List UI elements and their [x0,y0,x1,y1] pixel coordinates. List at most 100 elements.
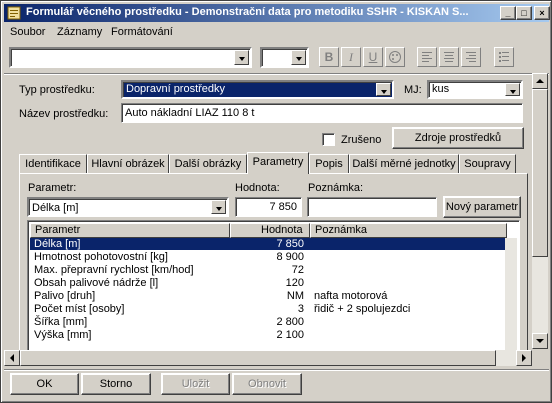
table-row[interactable]: Obsah palivové nádrže [l] 120 [30,277,507,289]
palette-icon [389,51,401,63]
type-combo[interactable]: Dopravní prostředky [121,80,394,99]
tab-parametry[interactable]: Parametry [247,152,309,174]
arrow-left-icon [10,354,14,362]
align-right-button[interactable] [461,47,481,67]
type-value: Dopravní prostředky [126,83,226,95]
tab-soupravy[interactable]: Soupravy [459,154,516,173]
table-row[interactable]: Délka [m] 7 850 [30,238,507,250]
hodnota-input[interactable]: 7 850 [235,197,302,217]
scroll-right-button[interactable] [516,350,532,366]
align-center-icon [444,52,454,62]
cell-parametr: Délka [m] [34,238,81,250]
arrow-up-icon [536,79,544,83]
scroll-up-button[interactable] [532,73,548,89]
tab-dalsi-merne-jednotky[interactable]: Další měrné jednotky [349,154,459,173]
menu-bar: Soubor Záznamy Formátování [4,23,549,41]
cell-hodnota: 7 850 [276,238,304,250]
close-button[interactable]: × [534,6,550,20]
tab-identifikace[interactable]: Identifikace [19,154,87,173]
cell-hodnota: 2 100 [276,329,304,341]
mj-combo[interactable]: kus [427,80,523,99]
chevron-down-icon[interactable] [211,200,226,214]
mj-label: MJ: [404,84,422,96]
bold-button[interactable]: B [319,47,339,67]
table-row[interactable]: Počet míst [osoby] 3 řidič + 2 spolujezd… [30,303,507,315]
zruseno-checkbox[interactable] [322,133,335,146]
type-label: Typ prostředku: [19,84,95,96]
cell-poznamka: nafta motorová [314,290,388,302]
cell-hodnota: NM [286,290,304,302]
title-bar[interactable]: Formulář věcného prostředku - Demonstrač… [4,4,550,22]
menu-formatovani[interactable]: Formátování [111,26,173,38]
param-combo[interactable]: Délka [m] [27,197,229,217]
cell-hodnota: 72 [291,264,304,276]
align-left-button[interactable] [417,47,437,67]
chevron-down-icon[interactable] [291,50,306,65]
col-parametr[interactable]: Parametr [30,223,230,238]
form-horizontal-scrollbar[interactable] [4,350,532,366]
underline-button[interactable]: U [363,47,383,67]
ulozit-button[interactable]: Uložit [161,373,230,395]
table-scrollbar[interactable] [505,238,517,350]
obnovit-button[interactable]: Obnovit [232,373,302,395]
cell-hodnota: 3 [297,303,304,315]
cell-poznamka: řidič + 2 spolujezdci [314,303,411,315]
cell-parametr: Výška [mm] [34,329,92,341]
scroll-down-button[interactable] [532,333,548,349]
table-row[interactable]: Hmotnost pohotovostní [kg] 8 900 [30,251,507,263]
bullet-list-button[interactable] [494,47,514,67]
zdroje-button[interactable]: Zdroje prostředků [392,127,524,149]
cell-hodnota: 8 900 [276,251,304,263]
storno-button[interactable]: Storno [81,373,151,395]
maximize-button[interactable]: □ [516,6,532,20]
col-poznamka[interactable]: Poznámka [310,223,507,238]
toolbar-separator [4,73,549,75]
tab-hlavni-obrazek[interactable]: Hlavní obrázek [87,154,169,173]
form-window: Formulář věcného prostředku - Demonstrač… [0,0,552,403]
table-header: Parametr Hodnota Poznámka [30,223,507,238]
param-value: Délka [m] [32,202,79,214]
name-input[interactable]: Auto nákladní LIAZ 110 8 t [121,103,523,123]
table-row[interactable]: Max. přepravní rychlost [km/hod] 72 [30,264,507,276]
font-name-combo[interactable] [9,47,252,68]
scroll-left-button[interactable] [4,350,20,366]
col-hodnota[interactable]: Hodnota [230,223,310,238]
chevron-down-icon[interactable] [505,83,520,96]
cell-parametr: Max. přepravní rychlost [km/hod] [34,264,194,276]
menu-zaznamy[interactable]: Záznamy [57,26,102,38]
tab-popis[interactable]: Popis [309,154,349,173]
cell-parametr: Palivo [druh] [34,290,96,302]
ok-button[interactable]: OK [10,373,79,395]
italic-button[interactable]: I [341,47,361,67]
chevron-down-icon[interactable] [234,50,249,65]
poznamka-input[interactable] [307,197,437,217]
table-row[interactable]: Výška [mm] 2 100 [30,329,507,341]
scroll-thumb[interactable] [532,89,548,257]
hodnota-label: Hodnota: [235,182,280,194]
parameters-table: Parametr Hodnota Poznámka Délka [m] 7 85… [27,220,520,353]
cell-parametr: Obsah palivové nádrže [l] [34,277,159,289]
cell-parametr: Šířka [mm] [34,316,88,328]
align-right-icon [466,52,476,62]
color-palette-button[interactable] [385,47,405,67]
new-parameter-button[interactable]: Nový parametr [443,196,521,218]
table-row[interactable]: Šířka [mm] 2 800 [30,316,507,328]
align-center-button[interactable] [439,47,459,67]
minimize-button[interactable]: _ [500,6,516,20]
arrow-right-icon [522,354,526,362]
hodnota-value: 7 850 [269,201,297,213]
align-left-icon [422,52,432,62]
window-title: Formulář věcného prostředku - Demonstrač… [26,6,469,18]
chevron-down-icon[interactable] [376,83,391,96]
form-app-icon [7,6,21,20]
menu-soubor[interactable]: Soubor [10,26,45,38]
poznamka-label: Poznámka: [308,182,364,194]
table-row[interactable]: Palivo [druh] NM nafta motorová [30,290,507,302]
cell-parametr: Hmotnost pohotovostní [kg] [34,251,168,263]
tab-dalsi-obrazky[interactable]: Další obrázky [169,154,247,173]
cell-hodnota: 2 800 [276,316,304,328]
hscroll-thumb[interactable] [20,350,496,366]
form-vertical-scrollbar[interactable] [532,73,548,349]
arrow-down-icon [536,339,544,343]
font-size-combo[interactable] [260,47,309,68]
